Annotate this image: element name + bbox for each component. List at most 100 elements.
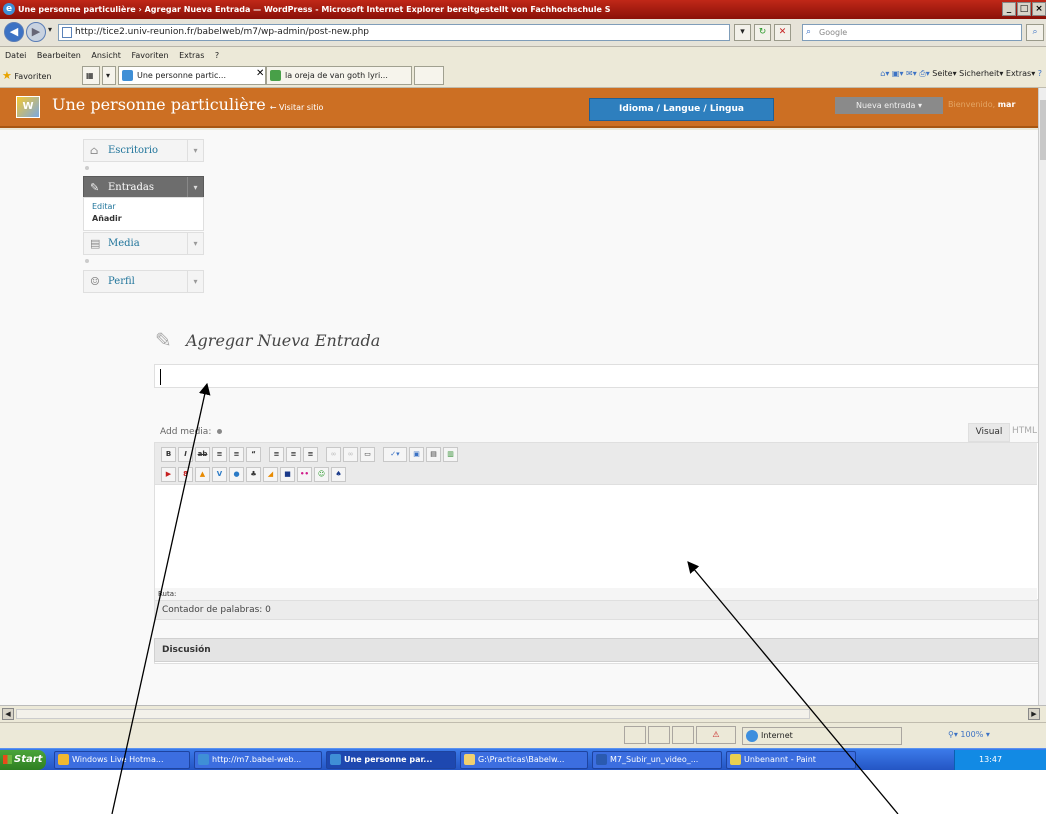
mail-icon[interactable]: ✉▾ [906,69,917,78]
minimize-button[interactable]: _ [1002,2,1016,16]
help-icon[interactable]: ? [1038,69,1042,78]
bold-icon[interactable]: B [161,447,176,462]
sidebar-item-label: Media [108,238,140,249]
vertical-scrollbar[interactable] [1038,88,1046,705]
vimeo-icon[interactable]: V [212,467,227,482]
submenu-editar[interactable]: Editar [92,202,203,211]
warning-icon[interactable]: ▲ [195,467,210,482]
dailymotion-icon[interactable]: ● [229,467,244,482]
align-right-icon[interactable]: ≡ [303,447,318,462]
align-left-icon[interactable]: ≡ [269,447,284,462]
youtube-icon[interactable]: ▶ [161,467,176,482]
google-video-icon[interactable]: 8 [178,467,193,482]
sidebar-item-escritorio[interactable]: ⌂ Escritorio ▾ [83,139,204,162]
favorites-button[interactable]: ★ Favoriten [2,69,51,82]
blockquote-icon[interactable]: “ [246,447,261,462]
scroll-track[interactable] [16,709,810,719]
scroll-thumb[interactable] [1040,100,1046,160]
history-dropdown-icon[interactable]: ▾ [48,25,52,34]
tab-une-personne[interactable]: Une personne partic... [118,66,266,85]
address-input[interactable]: http://tice2.univ-reunion.fr/babelweb/m7… [58,24,730,41]
cmd-seite[interactable]: Seite [932,69,952,78]
forward-button[interactable]: ▶ [26,22,46,42]
task-une-personne[interactable]: Une personne par... [326,751,456,769]
menu-help[interactable]: ? [215,51,219,60]
task-word-document[interactable]: M7_Subir_un_video_... [592,751,722,769]
numbered-list-icon[interactable]: ≡ [229,447,244,462]
print-icon[interactable]: ⎙▾ [919,69,929,78]
horizontal-scrollbar[interactable]: ◀ ▶ [0,705,1046,722]
user-link[interactable]: mar [998,100,1016,109]
search-button[interactable]: ⌕ [1026,24,1044,41]
task-windows-live[interactable]: Windows Live Hotma... [54,751,190,769]
cmd-sicherheit[interactable]: Sicherheit [959,69,999,78]
sidebar-item-media[interactable]: ▤ Media ▾ [83,232,204,255]
tab-visual[interactable]: Visual [968,423,1010,442]
stop-button[interactable]: ✕ [774,24,791,41]
link-icon[interactable]: ∞ [326,447,341,462]
window-titlebar[interactable]: e Une personne particulière › Agregar Nu… [0,0,1046,19]
discussion-box-header[interactable]: Discusión [154,638,1038,662]
language-button[interactable]: Idioma / Langue / Lingua [589,98,774,121]
submenu-anadir[interactable]: Añadir [92,214,203,223]
sidebar-item-entradas[interactable]: ✎ Entradas ▾ [83,176,204,199]
start-button[interactable]: Start [0,750,46,770]
align-center-icon[interactable]: ≡ [286,447,301,462]
post-content-editor[interactable]: B I ab ≡ ≡ “ ≡ ≡ ≡ ∞ ∞ ▭ ✓▾ ▣ ▤ ▥ ▶ 8 ▲ … [154,442,1038,600]
tab-list-dropdown[interactable]: ▾ [102,66,116,85]
spellcheck-icon[interactable]: ✓▾ [383,447,407,462]
strikethrough-icon[interactable]: ab [195,447,210,462]
veoh-icon[interactable]: ■ [280,467,295,482]
film-icon[interactable]: ▥ [443,447,458,462]
myspace-icon[interactable]: ♣ [246,467,261,482]
new-tab-button[interactable] [414,66,444,85]
add-media-icon[interactable] [217,429,223,434]
tab-html[interactable]: HTML [1012,423,1038,442]
task-paint[interactable]: Unbenannt - Paint [726,751,856,769]
scroll-right-icon[interactable]: ▶ [1028,708,1040,720]
tab-label: Une personne partic... [137,71,227,80]
window-controls: _ □ × [1002,2,1046,16]
close-button[interactable]: × [1032,2,1046,16]
chevron-down-icon[interactable]: ▾ [187,140,203,161]
zoom-level[interactable]: ⚲▾ 100% ▾ [944,727,1044,745]
bullet-list-icon[interactable]: ≡ [212,447,227,462]
menu-datei[interactable]: Datei [5,51,26,60]
italic-icon[interactable]: I [178,447,193,462]
tab-close-icon[interactable]: ✕ [256,68,264,79]
feeds-icon[interactable]: ▣▾ [892,69,904,78]
menu-ansicht[interactable]: Ansicht [91,51,121,60]
media-plugin-icon[interactable]: ♠ [331,467,346,482]
menu-favoriten[interactable]: Favoriten [131,51,168,60]
back-button[interactable]: ◀ [4,22,24,42]
kitchen-sink-icon[interactable]: ▤ [426,447,441,462]
flickr-icon[interactable]: •• [297,467,312,482]
home-icon[interactable]: ⌂▾ [880,69,889,78]
tab-oreja-lyrics[interactable]: la oreja de van goth lyri... [266,66,412,85]
menu-bearbeiten[interactable]: Bearbeiten [37,51,81,60]
chevron-down-icon[interactable]: ▾ [187,177,203,198]
quick-tabs-icon[interactable]: ▦ [82,66,100,85]
task-babel-web[interactable]: http://m7.babel-web... [194,751,322,769]
fullscreen-icon[interactable]: ▣ [409,447,424,462]
refresh-button[interactable]: ↻ [754,24,771,41]
scroll-left-icon[interactable]: ◀ [2,708,14,720]
new-entry-dropdown[interactable]: Nueva entrada ▾ [835,97,943,114]
search-input[interactable]: ⌕ Google [802,24,1022,41]
metacafe-icon[interactable]: ◢ [263,467,278,482]
chevron-down-icon[interactable]: ▾ [187,271,203,292]
maximize-button[interactable]: □ [1017,2,1031,16]
visit-site-link[interactable]: ← Visitar sitio [270,103,324,112]
more-tag-icon[interactable]: ▭ [360,447,375,462]
protected-mode-icon[interactable]: ⚠ [696,726,736,744]
unlink-icon[interactable]: ∞ [343,447,358,462]
post-title-input[interactable] [154,364,1038,388]
chevron-down-icon[interactable]: ▾ [187,233,203,254]
smiley-icon[interactable]: ☺ [314,467,329,482]
cmd-extras[interactable]: Extras [1006,69,1031,78]
address-dropdown-button[interactable]: ▾ [734,24,751,41]
menu-extras[interactable]: Extras [179,51,204,60]
task-practicas-folder[interactable]: G:\Practicas\Babelw... [460,751,588,769]
security-zone[interactable]: Internet [742,727,902,745]
sidebar-item-perfil[interactable]: ☺ Perfil ▾ [83,270,204,293]
